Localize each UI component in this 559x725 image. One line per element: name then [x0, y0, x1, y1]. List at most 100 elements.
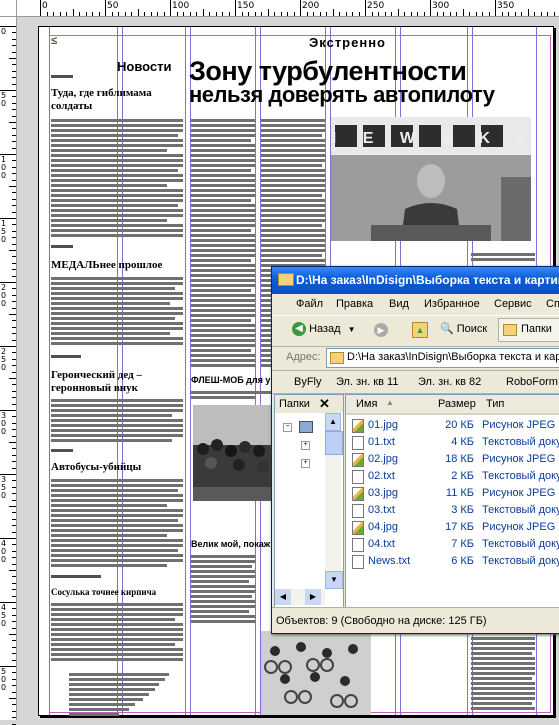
ruler-tick [228, 12, 230, 16]
folders-button[interactable]: Папки [498, 318, 559, 342]
text-line [471, 647, 535, 650]
file-list[interactable]: Имя ▲ Размер Тип 01.jpg 20 КБ Рисунок JPEG… [345, 394, 559, 608]
ruler-label: 150 [237, 1, 255, 11]
text-line [51, 439, 173, 442]
ruler-label: 400 [1, 539, 7, 564]
computer-icon[interactable] [299, 421, 313, 433]
text-line [51, 399, 183, 402]
text-line [191, 214, 255, 217]
ruler-tick [12, 659, 16, 661]
file-row[interactable]: 03.txt 3 КБ Текстовый документ [346, 502, 559, 519]
text-line [51, 124, 183, 127]
text-line [51, 633, 183, 636]
file-type: Рисунок JPEG [482, 487, 556, 499]
ruler-origin[interactable] [0, 0, 17, 17]
menu-favorites[interactable]: Избранное [424, 298, 480, 310]
scroll-left-button[interactable]: ◀ [275, 589, 291, 605]
close-icon[interactable]: ✕ [319, 396, 330, 412]
scroll-up-button[interactable]: ▲ [325, 413, 341, 431]
scroll-thumb[interactable] [325, 431, 343, 455]
tree-expander[interactable]: − [283, 423, 292, 432]
status-text: Объектов: 9 (Свободно на диске: 125 ГБ) [276, 615, 487, 627]
text-line [471, 642, 535, 645]
ruler-label: 250 [1, 347, 7, 372]
tree-expander[interactable]: + [301, 441, 310, 450]
text-line [51, 317, 176, 320]
title-bar[interactable]: D:\На заказ\InDisign\Выборка текста и ка… [272, 267, 559, 294]
link-el-zn-11[interactable]: Эл. зн. кв 11 [336, 376, 398, 388]
explorer-window[interactable]: D:\На заказ\InDisign\Выборка текста и ка… [271, 266, 559, 634]
file-row[interactable]: 03.jpg 11 КБ Рисунок JPEG [346, 485, 559, 502]
text-line [191, 199, 252, 202]
link-roboform[interactable]: RoboForm [506, 376, 558, 388]
text-line [51, 608, 183, 611]
text-line [191, 349, 252, 352]
search-button[interactable]: 🔍 Поиск [440, 322, 487, 335]
text-file-icon [352, 504, 364, 518]
text-line [191, 244, 255, 247]
ruler-tick [12, 461, 16, 463]
forward-button[interactable]: ▶ [374, 323, 388, 337]
ruler-tick [12, 320, 16, 322]
scroll-right-button[interactable]: ▶ [305, 589, 321, 605]
file-row[interactable]: 02.jpg 18 КБ Рисунок JPEG [346, 451, 559, 468]
ruler-tick [534, 12, 535, 16]
file-type: Текстовый документ [482, 470, 559, 482]
text-line [471, 667, 535, 670]
vertical-ruler[interactable]: 0 50 100 150 200 250 300 350 400 450 500 [0, 16, 17, 725]
file-row[interactable]: 02.txt 2 КБ Текстовый документ [346, 468, 559, 485]
file-row[interactable]: 01.jpg 20 КБ Рисунок JPEG [346, 417, 559, 434]
file-row[interactable]: 04.txt 7 КБ Текстовый документ [346, 536, 559, 553]
scroll-down-button[interactable]: ▼ [325, 571, 343, 589]
text-line [471, 652, 533, 655]
ruler-tick [456, 12, 457, 16]
text-line [191, 149, 255, 152]
link-byfly[interactable]: ByFly [294, 376, 322, 388]
column-header-type[interactable]: Тип [486, 398, 504, 410]
file-row[interactable]: 01.txt 4 КБ Текстовый документ [346, 434, 559, 451]
jpeg-file-icon [352, 453, 364, 467]
link-el-zn-82[interactable]: Эл. зн. кв 82 [418, 376, 481, 388]
menu-edit[interactable]: Правка [336, 298, 373, 310]
ruler-tick [267, 9, 269, 16]
text-line [51, 429, 183, 432]
menu-view[interactable]: Вид [389, 298, 409, 310]
address-input[interactable]: D:\На заказ\InDisign\Выборка текста и ка… [326, 348, 559, 368]
ruler-label: 450 [1, 603, 7, 628]
menu-file[interactable]: Файл [296, 298, 323, 310]
ruler-tick [12, 582, 16, 584]
file-name: 03.jpg [368, 487, 398, 499]
text-line [69, 708, 129, 711]
article-title: Туда, где гиблимама солдаты [51, 87, 152, 112]
ruler-tick [12, 275, 16, 277]
column-header-size[interactable]: Размер [438, 398, 476, 410]
ruler-tick [0, 282, 16, 283]
column-guide [185, 27, 186, 715]
back-button[interactable]: ◀ Назад ▼ [292, 322, 356, 336]
column-header-name[interactable]: Имя [356, 398, 377, 410]
ruler-tick [9, 634, 16, 635]
article-text [51, 119, 183, 239]
ruler-tick [12, 621, 16, 623]
horizontal-ruler[interactable]: 0 50 100 150 200 250 300 350 [0, 0, 559, 17]
text-line [51, 322, 183, 325]
ruler-tick [98, 12, 100, 16]
ruler-tick [189, 12, 191, 16]
text-line [51, 544, 183, 547]
file-row[interactable]: News.txt 6 КБ Текстовый документ [346, 553, 559, 570]
folders-pane[interactable]: Папки ✕ − + + ▲ ▼ ◀ ▶ [274, 394, 344, 608]
menu-help[interactable]: Справка [546, 298, 559, 310]
text-line [51, 638, 183, 641]
horizontal-scrollbar[interactable]: ◀ ▶ [275, 589, 325, 605]
ruler-tick [12, 128, 16, 130]
text-line [191, 304, 255, 307]
ruler-tick [12, 416, 16, 418]
ruler-tick [430, 0, 431, 16]
vertical-scrollbar[interactable]: ▲ ▼ [325, 413, 343, 589]
ruler-tick [12, 678, 16, 680]
tree-expander[interactable]: + [301, 459, 310, 468]
up-folder-icon[interactable]: ▲ [412, 322, 428, 338]
menu-tools[interactable]: Сервис [494, 298, 532, 310]
text-line [51, 489, 178, 492]
file-row[interactable]: 04.jpg 17 КБ Рисунок JPEG [346, 519, 559, 536]
